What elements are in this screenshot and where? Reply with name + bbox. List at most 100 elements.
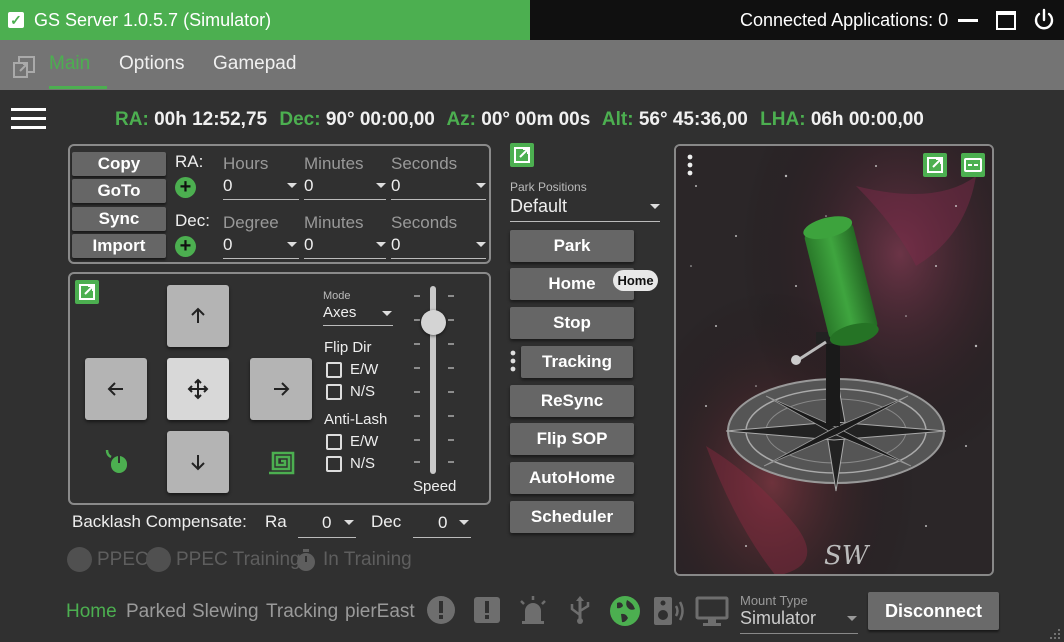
spiral-icon[interactable] — [267, 447, 295, 475]
add-ra-icon[interactable]: + — [175, 177, 196, 198]
connected-applications: Connected Applications: 0 — [740, 10, 949, 30]
antilash-ns-label: N/S — [350, 455, 376, 472]
popout-icon[interactable] — [12, 55, 36, 79]
telescope-model-image: SW — [676, 146, 992, 574]
ra-seconds-select[interactable]: 0 — [391, 174, 486, 200]
park-positions-select[interactable]: Default — [510, 194, 660, 222]
field-underline — [413, 537, 471, 538]
popout-icon[interactable] — [510, 143, 534, 167]
dec-seconds-select[interactable]: 0 — [391, 233, 486, 259]
minimize-icon[interactable] — [958, 19, 978, 22]
speaker-icon — [654, 597, 684, 625]
resync-button[interactable]: ReSync — [510, 385, 634, 417]
timer-icon — [297, 549, 315, 571]
globe-icon — [610, 596, 640, 626]
more-vertical-icon[interactable] — [686, 154, 694, 176]
maximize-icon[interactable] — [996, 11, 1016, 30]
status-parked: Parked — [126, 601, 187, 622]
anti-lash-label: Anti-Lash — [324, 411, 388, 428]
scheduler-button[interactable]: Scheduler — [510, 501, 634, 533]
mode-label: Mode — [323, 290, 351, 302]
window-title: GS Server 1.0.5.7 (Simulator) — [34, 10, 272, 30]
move-icon — [187, 378, 209, 400]
svg-text:SW: SW — [824, 541, 871, 571]
park-button[interactable]: Park — [510, 230, 634, 262]
ra-hours-select[interactable]: 0 — [223, 174, 299, 200]
flip-ns-label: N/S — [350, 383, 376, 400]
status-tracking: Tracking — [266, 601, 339, 622]
chevron-down-icon — [376, 183, 386, 188]
chevron-down-icon — [287, 183, 297, 188]
status-slewing: Slewing — [192, 601, 259, 622]
add-dec-icon[interactable]: + — [175, 236, 196, 257]
popout-icon[interactable] — [75, 280, 99, 304]
dec-label: Dec: — [279, 109, 321, 130]
mode-select[interactable]: Axes — [323, 303, 393, 326]
chevron-down-icon — [376, 242, 386, 247]
copy-button[interactable]: Copy — [72, 152, 166, 176]
menu-icon[interactable] — [8, 104, 50, 136]
ppec-training-toggle[interactable] — [146, 547, 171, 572]
flip-dir-label: Flip Dir — [324, 339, 372, 356]
field-underline — [740, 633, 858, 634]
ppec-toggle[interactable] — [67, 547, 92, 572]
dec-seconds-value: 0 — [391, 235, 401, 254]
subtitles-icon[interactable] — [961, 153, 985, 177]
flip-ew-checkbox[interactable] — [326, 362, 342, 378]
disconnect-button[interactable]: Disconnect — [868, 592, 999, 630]
tracking-button[interactable]: Tracking — [521, 346, 633, 378]
status-pier-side: pierEast — [345, 601, 415, 622]
move-west-button[interactable] — [85, 358, 147, 420]
goto-button[interactable]: GoTo — [72, 179, 166, 203]
move-south-button[interactable] — [167, 431, 229, 493]
backlash-dec-select[interactable]: 0 — [413, 510, 471, 538]
field-underline — [391, 258, 486, 259]
import-button[interactable]: Import — [72, 234, 166, 258]
ppec-label: PPEC — [97, 549, 149, 570]
alert-circle-icon — [427, 596, 455, 624]
field-underline — [223, 258, 299, 259]
dec-minutes-select[interactable]: 0 — [304, 233, 386, 259]
position-readout: RA: 00h 12:52,75 Dec: 90° 00:00,00 Az: 0… — [115, 109, 931, 131]
backlash-ra-select[interactable]: 0 — [298, 510, 356, 538]
ra-label: RA: — [115, 109, 149, 130]
antilash-ns-checkbox[interactable] — [326, 456, 342, 472]
park-positions-value: Default — [510, 196, 568, 216]
mount-type-select[interactable]: Simulator — [740, 607, 858, 635]
tab-options[interactable]: Options — [119, 53, 184, 75]
mount-3d-view[interactable]: SW — [674, 144, 994, 576]
dec-minutes-value: 0 — [304, 235, 314, 254]
chevron-down-icon — [382, 311, 392, 316]
mouse-icon[interactable] — [103, 447, 131, 475]
goto-ra-label: RA: — [175, 152, 204, 171]
move-center-button[interactable] — [167, 358, 229, 420]
dec-seconds-hint: Seconds — [391, 213, 458, 232]
tab-main[interactable]: Main — [49, 53, 90, 75]
stop-button[interactable]: Stop — [510, 307, 634, 339]
field-underline — [304, 258, 386, 259]
home-tooltip: Home — [613, 270, 658, 291]
field-underline — [510, 221, 660, 222]
power-icon[interactable] — [1032, 8, 1056, 32]
ra-seconds-value: 0 — [391, 176, 401, 195]
chevron-down-icon — [476, 183, 486, 188]
autohome-button[interactable]: AutoHome — [510, 462, 634, 494]
mount-type-value: Simulator — [740, 608, 817, 628]
ra-value: 00h 12:52,75 — [154, 109, 268, 130]
flip-sop-button[interactable]: Flip SOP — [510, 423, 634, 455]
field-underline — [323, 325, 393, 326]
dec-degree-select[interactable]: 0 — [223, 233, 299, 259]
antilash-ew-checkbox[interactable] — [326, 434, 342, 450]
more-vertical-icon[interactable] — [509, 350, 517, 372]
move-east-button[interactable] — [250, 358, 312, 420]
ra-minutes-select[interactable]: 0 — [304, 174, 386, 200]
resize-grip-icon[interactable] — [1048, 628, 1062, 640]
tab-gamepad[interactable]: Gamepad — [213, 53, 296, 75]
move-north-button[interactable] — [167, 285, 229, 347]
popout-icon[interactable] — [923, 153, 947, 177]
backlash-ra-value: 0 — [322, 513, 332, 532]
flip-ns-checkbox[interactable] — [326, 384, 342, 400]
backlash-label: Backlash Compensate: — [72, 512, 247, 531]
chevron-down-icon — [459, 520, 469, 525]
sync-button[interactable]: Sync — [72, 207, 166, 231]
